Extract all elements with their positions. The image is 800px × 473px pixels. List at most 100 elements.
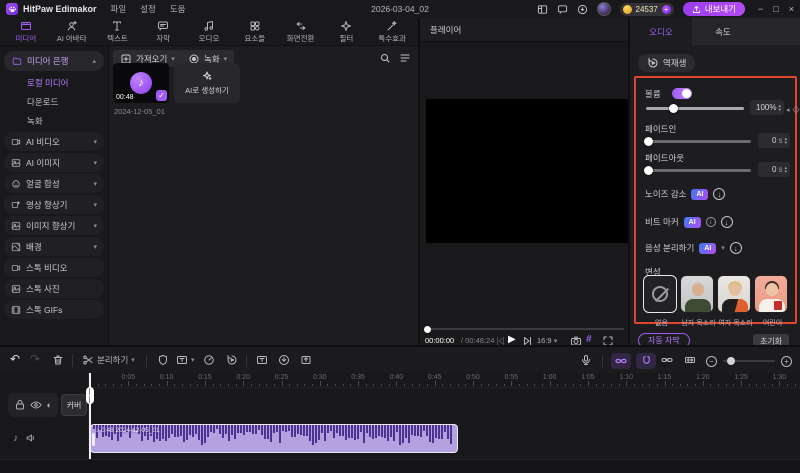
menu-item-2[interactable]: 도움 bbox=[170, 3, 186, 15]
sidebar-stock-2[interactable]: 스톡 GIFs bbox=[4, 300, 104, 319]
fade-out-knob[interactable] bbox=[644, 165, 653, 175]
voice-option-1[interactable] bbox=[680, 275, 714, 313]
track-visibility-icon[interactable] bbox=[30, 399, 42, 411]
player-progress-bar[interactable] bbox=[424, 325, 624, 333]
inspector-tab-1[interactable]: 속도 bbox=[692, 18, 754, 45]
ribbon-tab-5[interactable]: 요소들 bbox=[233, 20, 277, 44]
sidebar-item-0[interactable]: 로컬 미디어 bbox=[0, 73, 108, 92]
chevron-down-icon[interactable]: ▾ bbox=[721, 244, 725, 252]
search-icon[interactable] bbox=[379, 52, 391, 64]
video-canvas[interactable] bbox=[426, 99, 628, 243]
reverse-play-button[interactable]: 역재생 bbox=[638, 54, 696, 72]
fade-in-knob[interactable] bbox=[644, 136, 653, 146]
progress-knob[interactable] bbox=[424, 325, 431, 333]
fade-out-slider[interactable] bbox=[644, 165, 751, 175]
timeline-ruler[interactable]: 0:05 0:10 0:15 0:20 0:25 0:30 0:35 0:40 0:45 0:50… bbox=[90, 373, 800, 388]
volume-toggle[interactable] bbox=[672, 88, 692, 99]
ribbon-tab-3[interactable]: 자막 bbox=[141, 20, 185, 44]
volume-slider-knob[interactable] bbox=[669, 103, 678, 113]
sidebar-stock-1[interactable]: 스톡 사진 bbox=[4, 279, 104, 298]
mask-icon[interactable] bbox=[157, 354, 169, 366]
stepper-icon[interactable]: ▴ ▾ bbox=[784, 165, 787, 174]
ribbon-tab-6[interactable]: 화면전환 bbox=[279, 20, 323, 44]
sidebar-group-3[interactable]: 영상 향상기 ▾ bbox=[4, 195, 104, 214]
ribbon-tab-8[interactable]: 특수효과 bbox=[370, 20, 414, 44]
voice-option-0[interactable] bbox=[643, 275, 677, 313]
reverse-clip-icon[interactable] bbox=[226, 354, 238, 366]
track-mute-icon[interactable]: ◐ bbox=[46, 400, 51, 410]
sidebar-group-5[interactable]: 배경 ▾ bbox=[4, 237, 104, 256]
download-center-icon[interactable] bbox=[577, 4, 588, 15]
close-button[interactable]: × bbox=[789, 4, 794, 14]
playhead-handle[interactable] bbox=[85, 387, 94, 404]
fade-in-slider[interactable] bbox=[644, 136, 751, 146]
stepper-icon[interactable]: ▴ ▾ bbox=[778, 103, 781, 112]
split-button[interactable]: 분리하기 ▾ bbox=[82, 354, 135, 366]
menu-item-0[interactable]: 파일 bbox=[111, 3, 127, 15]
volume-value-box[interactable]: 100% ▴ ▾ bbox=[750, 100, 784, 115]
download-icon[interactable]: ↓ bbox=[713, 188, 726, 200]
clip-trim-handle[interactable] bbox=[92, 433, 95, 446]
ribbon-tab-2[interactable]: 텍스트 bbox=[96, 20, 140, 44]
volume-slider[interactable] bbox=[646, 103, 744, 113]
ai-generate-card[interactable]: AI로 생성하기 bbox=[174, 63, 240, 103]
ribbon-tab-7[interactable]: 필터 bbox=[324, 20, 368, 44]
ribbon-tab-4[interactable]: 오디오 bbox=[187, 20, 231, 44]
playhead[interactable] bbox=[85, 373, 94, 459]
fade-out-value-box[interactable]: 0 s ▴ ▾ bbox=[758, 162, 790, 177]
media-clip-card[interactable]: ♪ 00:48 ✓ bbox=[113, 63, 169, 103]
ribbon-tab-1[interactable]: AI 아바타 bbox=[50, 20, 94, 44]
maximize-button[interactable]: □ bbox=[773, 4, 778, 14]
text-tool-button[interactable]: ▾ bbox=[176, 354, 195, 366]
sidebar-stock-0[interactable]: 스톡 비디오 bbox=[4, 258, 104, 277]
info-icon[interactable]: i bbox=[705, 217, 716, 227]
play-icon[interactable]: ▶ bbox=[508, 334, 516, 345]
stepper-icon[interactable]: ▴ ▾ bbox=[784, 136, 787, 145]
sidebar-group-1[interactable]: AI 이미지 ▾ bbox=[4, 153, 104, 172]
sidebar-group-2[interactable]: 얼굴 합성 ▾ bbox=[4, 174, 104, 193]
unlink-icon[interactable] bbox=[661, 354, 673, 366]
subtitle-tool-icon[interactable] bbox=[256, 354, 268, 366]
sidebar-item-1[interactable]: 다운로드 bbox=[0, 92, 108, 111]
menu-item-1[interactable]: 설정 bbox=[140, 3, 156, 15]
ratio-selector[interactable]: 16:9 ▾ bbox=[537, 336, 557, 345]
track-speaker-icon[interactable] bbox=[25, 432, 37, 444]
timeline-zoom-slider[interactable] bbox=[723, 357, 775, 365]
download-clip-icon[interactable] bbox=[278, 354, 290, 366]
track-lock-icon[interactable] bbox=[14, 399, 26, 411]
zoom-knob[interactable] bbox=[727, 357, 735, 365]
audio-clip[interactable]: ♪ 0:48 2024-12-05_01 bbox=[90, 424, 458, 453]
sidebar-media-bank[interactable]: 미디어 은행 ▴ bbox=[4, 51, 104, 71]
fade-in-value-box[interactable]: 0 s ▴ ▾ bbox=[758, 133, 790, 148]
link-toggle-icon[interactable] bbox=[611, 352, 631, 369]
export-button[interactable]: 내보내기 bbox=[682, 2, 746, 16]
download-icon[interactable]: ↓ bbox=[729, 242, 742, 254]
download-icon[interactable]: ↓ bbox=[720, 216, 733, 228]
ribbon-tab-0[interactable]: 미디어 bbox=[4, 20, 48, 44]
export-clip-icon[interactable] bbox=[300, 354, 312, 366]
delete-icon[interactable] bbox=[52, 354, 64, 366]
layout-icon[interactable] bbox=[537, 4, 548, 15]
sidebar-item-2[interactable]: 녹화 bbox=[0, 111, 108, 130]
zoom-in-icon[interactable]: + bbox=[781, 355, 792, 367]
redo-icon[interactable]: ↷ bbox=[30, 352, 40, 366]
grid-toggle-icon[interactable]: # bbox=[586, 334, 592, 345]
undo-icon[interactable]: ↶ bbox=[10, 352, 20, 366]
fit-timeline-icon[interactable] bbox=[684, 354, 696, 366]
cover-button[interactable]: 커버 bbox=[61, 394, 87, 416]
speed-icon[interactable] bbox=[203, 354, 215, 366]
user-avatar[interactable] bbox=[596, 2, 611, 16]
minimize-button[interactable]: − bbox=[758, 4, 763, 14]
sidebar-group-4[interactable]: 이미지 향상기 ▾ bbox=[4, 216, 104, 235]
mic-icon[interactable] bbox=[580, 354, 592, 366]
voice-option-3[interactable] bbox=[754, 275, 788, 313]
inspector-tab-0[interactable]: 오디오 bbox=[630, 18, 692, 45]
voice-option-2[interactable] bbox=[717, 275, 751, 313]
feedback-icon[interactable] bbox=[557, 4, 568, 15]
add-coins-icon[interactable]: + bbox=[661, 4, 671, 14]
keyframe-controls[interactable]: ◂◇▸ bbox=[786, 104, 800, 115]
magnet-toggle-icon[interactable] bbox=[636, 352, 656, 369]
list-view-icon[interactable] bbox=[399, 52, 411, 64]
sidebar-group-0[interactable]: AI 비디오 ▾ bbox=[4, 132, 104, 151]
coin-balance[interactable]: 24537 + bbox=[619, 2, 674, 16]
